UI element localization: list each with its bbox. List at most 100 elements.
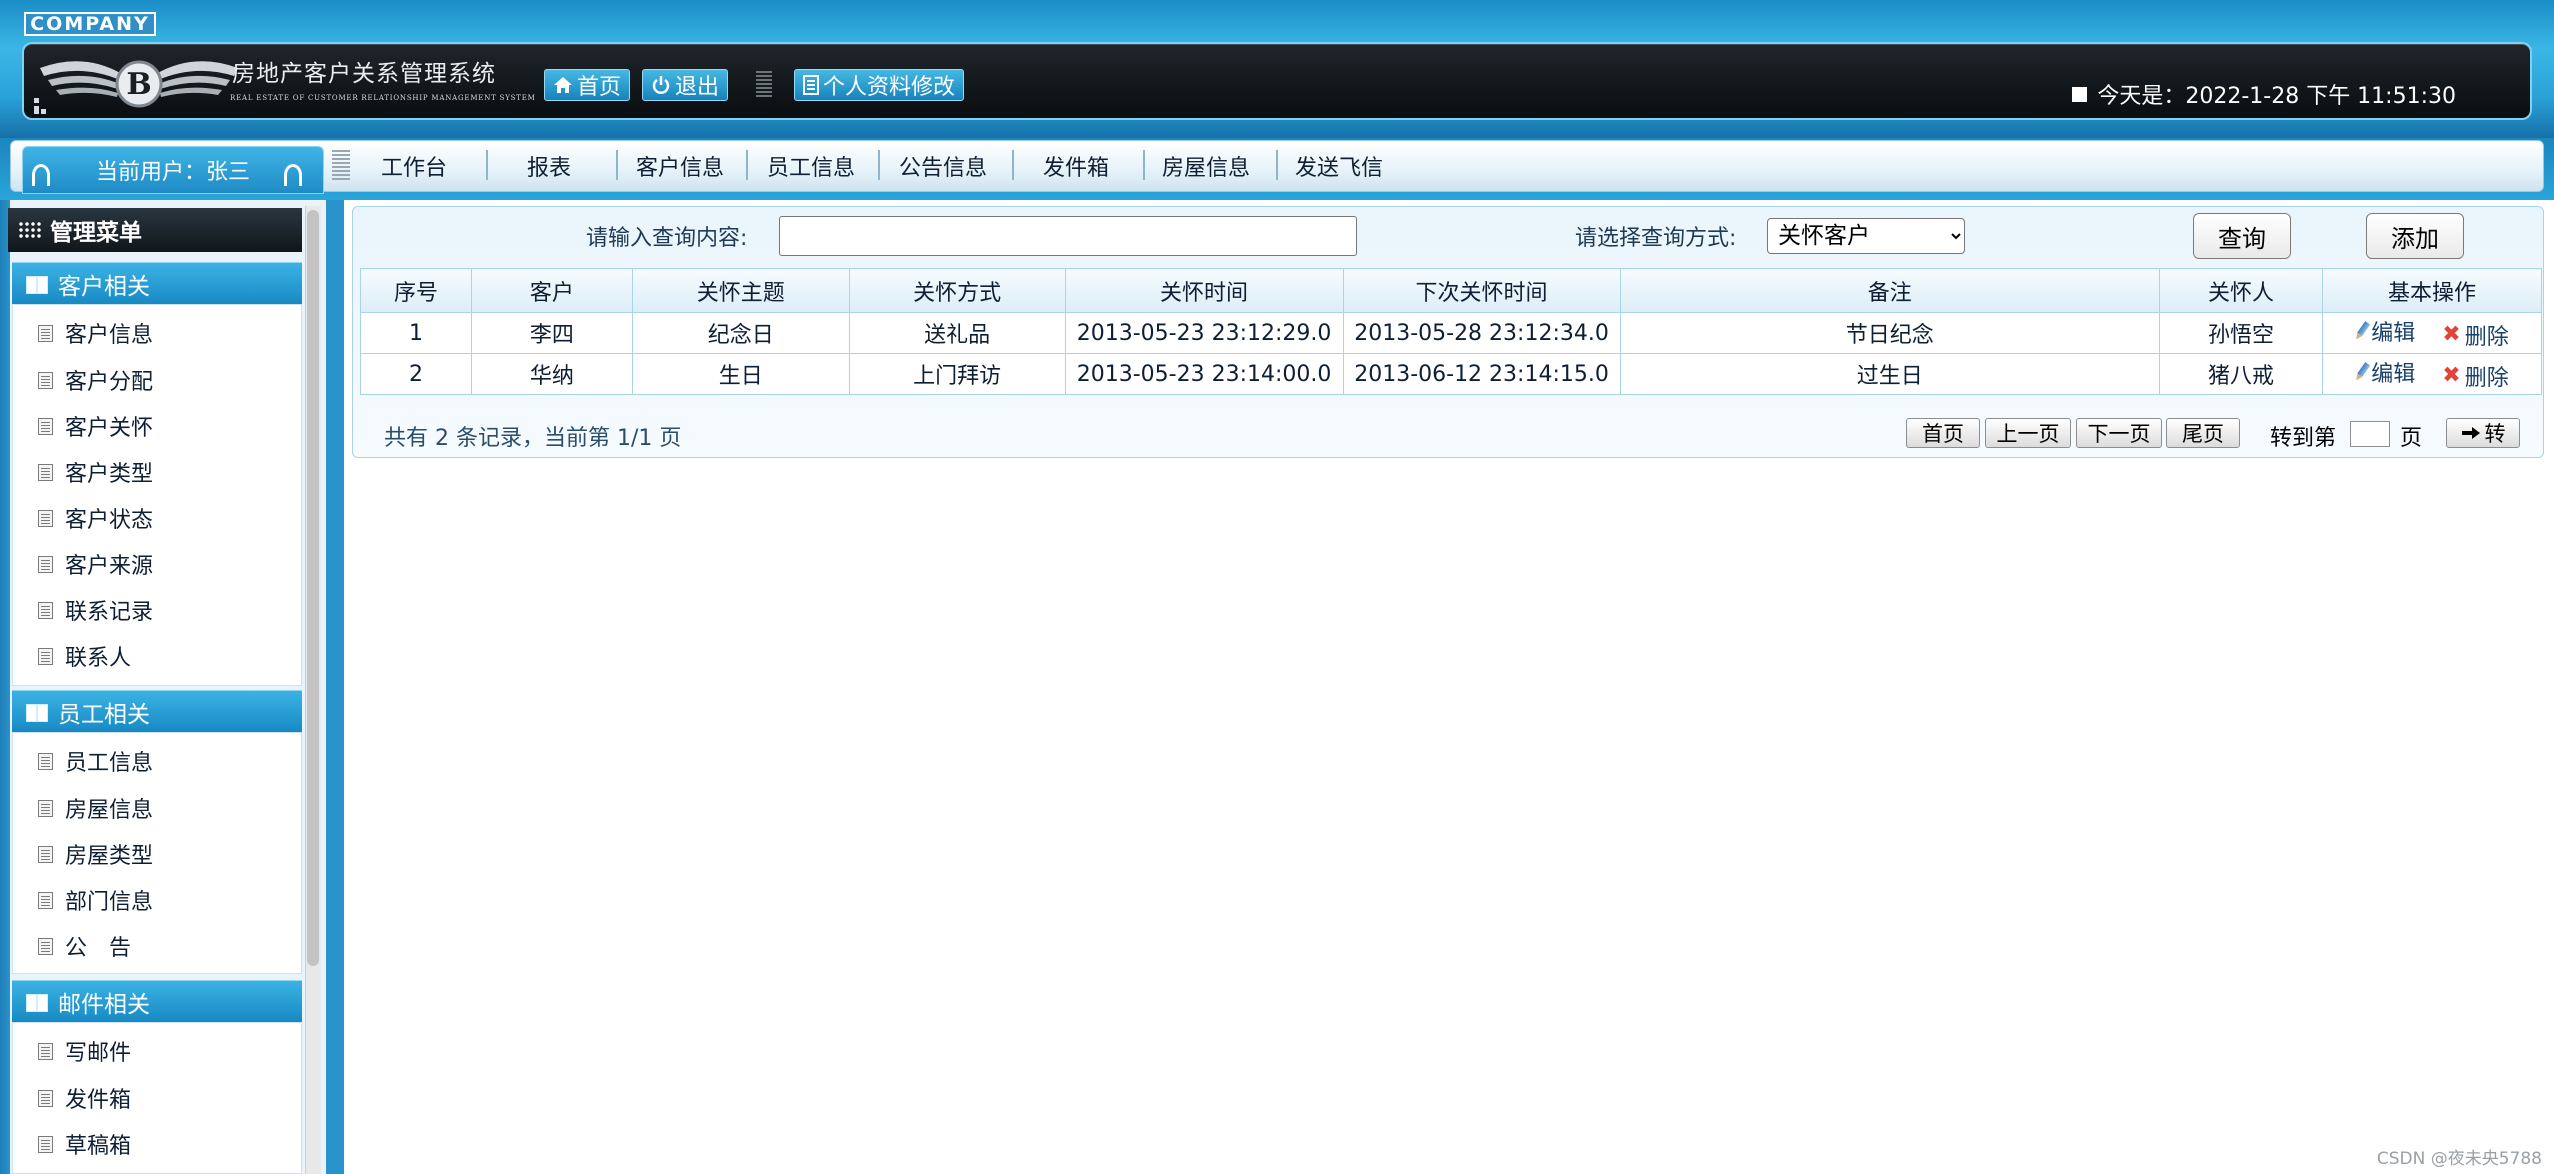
cell-next-care-time: 2013-06-12 23:14:15.0 (1342, 353, 1621, 395)
cell-method: 送礼品 (848, 312, 1066, 354)
cell-topic: 纪念日 (631, 312, 850, 354)
menu-customer-source[interactable]: 客户来源 (38, 546, 153, 582)
last-page-button[interactable]: 尾页 (2166, 418, 2240, 448)
goto-button[interactable]: 转 (2446, 418, 2520, 448)
query-mode-select[interactable]: 关怀客户 (1767, 218, 1965, 254)
nav-employee-info[interactable]: 员工信息 (767, 150, 855, 182)
nav-outbox[interactable]: 发件箱 (1043, 150, 1109, 182)
add-button[interactable]: 添加 (2366, 213, 2464, 259)
edit-link[interactable]: 编辑 (2355, 315, 2415, 347)
document-icon (38, 555, 53, 573)
column-header: 基本操作 (2322, 268, 2542, 313)
cell-no: 2 (360, 353, 472, 395)
menu-notice[interactable]: 公 告 (38, 928, 131, 964)
nav-divider (746, 150, 748, 180)
column-header: 关怀主题 (631, 268, 850, 313)
column-header: 关怀方式 (848, 268, 1066, 313)
toolbar-grip (756, 71, 772, 99)
cell-method: 上门拜访 (848, 353, 1066, 395)
menu-label: 发件箱 (65, 1088, 132, 1113)
nav-workbench[interactable]: 工作台 (381, 150, 447, 182)
menu-house-info[interactable]: 房屋信息 (38, 790, 153, 826)
home-button[interactable]: 首页 (544, 69, 631, 101)
menu-customer-assign[interactable]: 客户分配 (38, 362, 153, 398)
menu-label: 员工信息 (65, 751, 154, 776)
document-icon (38, 601, 53, 619)
power-icon (652, 76, 670, 94)
group-title: 邮件相关 (58, 991, 150, 1018)
edit-link[interactable]: 编辑 (2355, 356, 2415, 388)
table-row: 1 李四 纪念日 送礼品 2013-05-23 23:12:29.0 2013-… (360, 312, 2542, 354)
goto-prefix: 转到第 (2270, 426, 2337, 451)
menu-label: 写邮件 (65, 1041, 132, 1066)
document-icon (38, 371, 53, 389)
goto-page-input[interactable] (2350, 421, 2390, 447)
delete-link[interactable]: ✖ 删除 (2442, 319, 2508, 351)
menu-outbox[interactable]: 发件箱 (38, 1080, 131, 1116)
edit-label: 编辑 (2371, 321, 2416, 346)
menu-customer-care[interactable]: 客户关怀 (38, 408, 153, 444)
column-header: 下次关怀时间 (1342, 268, 1621, 313)
menu-write-mail[interactable]: 写邮件 (38, 1033, 131, 1069)
profile-edit-button[interactable]: 个人资料修改 (794, 69, 965, 101)
goto-suffix: 页 (2400, 426, 2423, 451)
nav-notice-info[interactable]: 公告信息 (899, 150, 987, 182)
next-page-button[interactable]: 下一页 (2076, 418, 2162, 448)
sidebar-scroll-thumb[interactable] (307, 210, 319, 966)
cell-remark: 节日纪念 (1619, 312, 2161, 354)
menu-customer-type[interactable]: 客户类型 (38, 454, 153, 490)
document-icon (38, 509, 53, 527)
document-icon (38, 647, 53, 665)
menu-contact-records[interactable]: 联系记录 (38, 592, 153, 628)
menu-employee-info[interactable]: 员工信息 (38, 743, 153, 779)
document-icon (38, 799, 53, 817)
menu-department-info[interactable]: 部门信息 (38, 882, 153, 918)
company-badge: COMPANY (24, 12, 156, 36)
group-customer[interactable]: 客户相关 (12, 262, 302, 304)
group-mail[interactable]: 邮件相关 (12, 980, 302, 1022)
logout-button[interactable]: 退出 (642, 69, 729, 101)
nav-divider (1012, 150, 1014, 180)
nav-grip (332, 150, 350, 180)
menu-label: 客户类型 (65, 462, 154, 487)
menu-label: 草稿箱 (65, 1134, 132, 1159)
query-mode-label: 请选择查询方式: (1575, 226, 1737, 251)
profile-edit-label: 个人资料修改 (823, 75, 956, 100)
cell-no: 1 (360, 312, 472, 354)
first-page-button[interactable]: 首页 (1906, 418, 1980, 448)
cell-care-time: 2013-05-23 23:12:29.0 (1064, 312, 1344, 354)
current-user-tab: 当前用户：张三 (22, 146, 324, 194)
nav-customer-info[interactable]: 客户信息 (636, 150, 724, 182)
svg-text:B: B (126, 67, 151, 102)
menu-label: 客户关怀 (65, 416, 154, 441)
delete-link[interactable]: ✖ 删除 (2442, 360, 2508, 392)
winged-b-logo-icon: B (40, 60, 238, 108)
nav-house-info[interactable]: 房屋信息 (1162, 150, 1250, 182)
system-subtitle: REAL ESTATE OF CUSTOMER RELATIONSHIP MAN… (230, 94, 536, 102)
menu-contacts[interactable]: 联系人 (38, 638, 131, 674)
nav-reports[interactable]: 报表 (527, 150, 571, 182)
table-header-row: 序号 客户 关怀主题 关怀方式 关怀时间 下次关怀时间 备注 关怀人 基本操作 (360, 268, 2542, 313)
document-icon (38, 752, 53, 770)
document-icon (38, 463, 53, 481)
menu-label: 部门信息 (65, 890, 154, 915)
menu-label: 房屋类型 (65, 844, 154, 869)
group-employee[interactable]: 员工相关 (12, 690, 302, 732)
menu-customer-status[interactable]: 客户状态 (38, 500, 153, 536)
nav-send-fetion[interactable]: 发送飞信 (1295, 150, 1383, 182)
menu-house-type[interactable]: 房屋类型 (38, 836, 153, 872)
menu-drafts[interactable]: 草稿箱 (38, 1126, 131, 1162)
document-icon (38, 417, 53, 435)
menu-label: 客户信息 (65, 323, 154, 348)
cell-customer: 李四 (470, 312, 633, 354)
system-title: 房地产客户关系管理系统 (232, 61, 496, 87)
query-content-label: 请输入查询内容: (586, 226, 748, 251)
management-menu-header: 管理菜单 (8, 208, 302, 252)
query-content-input[interactable] (779, 216, 1357, 256)
prev-page-button[interactable]: 上一页 (1985, 418, 2071, 448)
document-icon (38, 937, 53, 955)
query-button[interactable]: 查询 (2193, 213, 2291, 259)
top-bar: B 房地产客户关系管理系统 REAL ESTATE OF CUSTOMER RE… (22, 42, 2532, 120)
menu-customer-info[interactable]: 客户信息 (38, 315, 153, 351)
cell-person: 孙悟空 (2159, 312, 2323, 354)
